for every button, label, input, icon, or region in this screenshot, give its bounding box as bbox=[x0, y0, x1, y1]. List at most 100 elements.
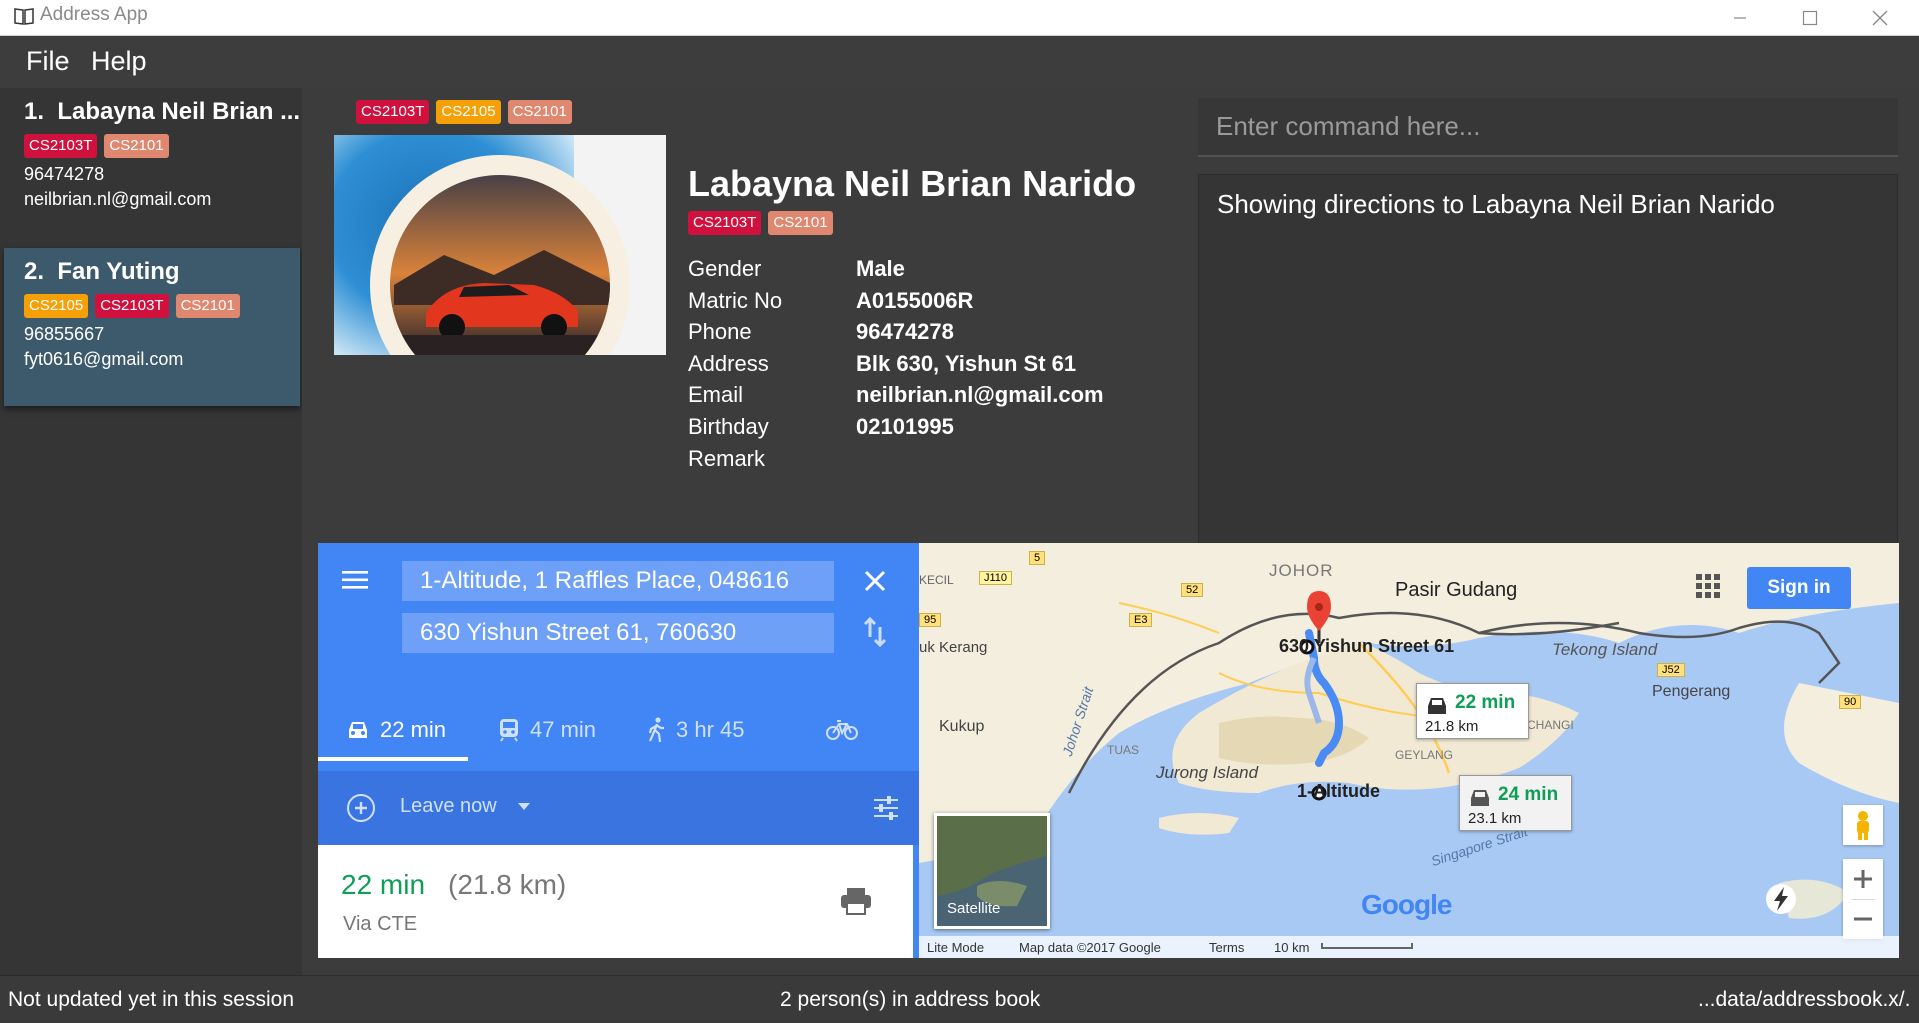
pegman-button[interactable] bbox=[1843, 805, 1883, 845]
detail-row-address: Address Blk 630, Yishun St 61 bbox=[688, 350, 1077, 376]
car-icon bbox=[1471, 790, 1489, 806]
person-card-name: 1. Labayna Neil Brian ... bbox=[24, 98, 300, 125]
route-summary[interactable]: 22 min (21.8 km) Via CTE bbox=[318, 845, 913, 958]
book-icon bbox=[14, 8, 34, 25]
detail-row-matric: Matric No A0155006R bbox=[688, 287, 974, 313]
zoom-in-icon[interactable] bbox=[1843, 859, 1883, 899]
menu-help[interactable]: Help bbox=[91, 46, 147, 77]
road-badge: 95 bbox=[919, 613, 942, 627]
options-icon[interactable] bbox=[872, 795, 900, 821]
route-box-distance: 23.1 km bbox=[1468, 810, 1522, 827]
map-label-origin: 1-Altitude bbox=[1297, 781, 1380, 801]
minimize-icon bbox=[1734, 17, 1746, 19]
tag[interactable]: CS2103T bbox=[356, 100, 430, 124]
lightning-icon[interactable] bbox=[1765, 883, 1797, 915]
map-footer: Lite Mode Map data ©2017 Google Terms 10… bbox=[919, 936, 1899, 958]
car-icon bbox=[349, 722, 367, 738]
title-bar: Address App bbox=[0, 0, 1919, 36]
person-list: 1. Labayna Neil Brian ... CS2103T CS2101 … bbox=[0, 88, 302, 975]
map-label-kecil: KECIL bbox=[919, 573, 954, 587]
alt-route-info-box[interactable]: 24 min 23.1 km bbox=[1459, 775, 1572, 831]
person-card-tags: CS2103T CS2101 bbox=[24, 134, 300, 160]
apps-grid-icon[interactable] bbox=[1695, 573, 1721, 599]
close-icon bbox=[1872, 10, 1888, 26]
mode-cycling[interactable] bbox=[826, 717, 858, 741]
save-location: ...data/addressbook.x/. bbox=[1698, 988, 1911, 1011]
map-view[interactable]: 630 Yishun Street 61 1-Altitude JOHOR Pa… bbox=[919, 543, 1899, 958]
directions-panel: 1-Altitude, 1 Raffles Place, 048616 630 … bbox=[318, 543, 919, 958]
detail-row-remark: Remark bbox=[688, 445, 766, 471]
pegman-icon bbox=[1857, 811, 1869, 840]
satellite-toggle[interactable]: Satellite bbox=[934, 813, 1050, 929]
profile-details: Gender Male Matric No A0155006R Phone 96474… bbox=[688, 256, 1104, 477]
route-time: 22 min bbox=[341, 869, 426, 900]
result-text: Showing directions to Labayna Neil Brian… bbox=[1217, 189, 1775, 219]
map-label-pasir-gudang: Pasir Gudang bbox=[1395, 579, 1518, 601]
tag[interactable]: CS2101 bbox=[507, 100, 572, 124]
map-label-pengerang: Pengerang bbox=[1652, 683, 1731, 700]
map-label-tuas: TUAS bbox=[1107, 743, 1140, 757]
person-card-name: 2. Fan Yuting bbox=[24, 258, 180, 285]
road-badge: E3 bbox=[1129, 613, 1153, 627]
leave-now-bar: Leave now bbox=[318, 771, 919, 845]
active-mode-indicator bbox=[318, 757, 468, 761]
scale-bar bbox=[1321, 943, 1413, 949]
person-card-selected[interactable]: 2. Fan Yuting CS2105 CS2103T CS2101 968556… bbox=[4, 248, 300, 406]
tag: CS2103T bbox=[24, 134, 98, 158]
person-card-phone: 96855667 bbox=[24, 324, 105, 344]
tag: CS2103T bbox=[95, 294, 169, 318]
person-card-email: neilbrian.nl@gmail.com bbox=[24, 189, 212, 209]
route-info-box[interactable]: 22 min 21.8 km bbox=[1416, 683, 1529, 739]
person-card-email: fyt0616@gmail.com bbox=[24, 349, 184, 369]
detail-row-birthday: Birthday 02101995 bbox=[688, 413, 954, 439]
tag: CS2101 bbox=[104, 134, 169, 158]
all-tags-bar: CS2103T CS2105 CS2101 bbox=[356, 100, 579, 124]
print-icon[interactable] bbox=[840, 887, 872, 915]
sync-status: Not updated yet in this session bbox=[8, 988, 295, 1011]
tag: CS2101 bbox=[175, 294, 240, 318]
mode-transit[interactable]: 47 min bbox=[498, 717, 596, 743]
maximize-icon bbox=[1802, 10, 1818, 26]
close-button[interactable] bbox=[1845, 0, 1915, 36]
detail-row-email: Email neilbrian.nl@gmail.com bbox=[688, 382, 1104, 408]
detail-row-phone: Phone 96474278 bbox=[688, 319, 954, 345]
chevron-down-icon bbox=[518, 803, 530, 810]
terms-link[interactable]: Terms bbox=[1209, 940, 1244, 955]
close-icon[interactable] bbox=[864, 570, 886, 592]
travel-modes: 22 min 47 min 3 hr 45 bbox=[318, 703, 919, 761]
person-card-phone: 96474278 bbox=[24, 164, 105, 184]
menu-file[interactable]: File bbox=[26, 46, 70, 77]
route-box-time: 22 min bbox=[1455, 692, 1516, 713]
road-badge: J110 bbox=[979, 571, 1013, 585]
bicycle-icon bbox=[826, 720, 858, 740]
detail-row-gender: Gender Male bbox=[688, 256, 905, 281]
map-label-changi: CHANGI bbox=[1527, 718, 1574, 732]
tag[interactable]: CS2105 bbox=[436, 100, 501, 124]
menu-icon[interactable] bbox=[342, 570, 368, 590]
profile-tags: CS2103T CS2101 bbox=[688, 211, 840, 235]
person-card[interactable]: 1. Labayna Neil Brian ... CS2103T CS2101 … bbox=[4, 88, 300, 246]
zoom-controls bbox=[1843, 859, 1883, 939]
destination-input[interactable]: 630 Yishun Street 61, 760630 bbox=[402, 613, 834, 653]
swap-icon[interactable] bbox=[862, 617, 888, 647]
person-count: 2 person(s) in address book bbox=[780, 988, 1041, 1011]
profile-photo bbox=[334, 135, 666, 355]
command-input[interactable] bbox=[1198, 98, 1898, 155]
person-card-tags: CS2105 CS2103T CS2101 bbox=[24, 294, 300, 320]
minimize-button[interactable] bbox=[1705, 0, 1775, 36]
mode-walking[interactable]: 3 hr 45 bbox=[646, 717, 745, 743]
road-badge: 5 bbox=[1029, 551, 1046, 565]
status-bar: Not updated yet in this session 2 person… bbox=[0, 975, 1919, 1023]
add-stop-icon[interactable] bbox=[346, 793, 376, 823]
google-logo: Google bbox=[1361, 889, 1452, 920]
lite-mode-label[interactable]: Lite Mode bbox=[927, 940, 984, 955]
sign-in-button[interactable]: Sign in bbox=[1747, 567, 1851, 609]
zoom-out-icon[interactable] bbox=[1843, 899, 1883, 939]
maximize-button[interactable] bbox=[1775, 0, 1845, 36]
origin-input[interactable]: 1-Altitude, 1 Raffles Place, 048616 bbox=[402, 561, 834, 601]
leave-now-select[interactable]: Leave now bbox=[400, 795, 497, 818]
satellite-label: Satellite bbox=[947, 900, 1001, 917]
main-panel: CS2103T CS2105 CS2101 Labayna Neil Brian… bbox=[302, 88, 1919, 975]
mode-driving[interactable]: 22 min bbox=[346, 717, 446, 743]
command-box bbox=[1198, 98, 1898, 157]
